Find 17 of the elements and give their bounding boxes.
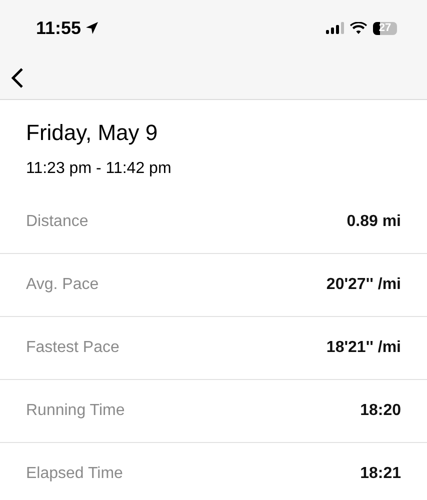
stat-label: Elapsed Time xyxy=(26,465,123,483)
stat-label: Avg. Pace xyxy=(26,276,99,294)
stat-value: 0.89 mi xyxy=(346,213,401,231)
workout-date: Friday, May 9 xyxy=(26,120,159,146)
stat-value: 20'27'' /mi xyxy=(326,276,401,294)
back-icon[interactable] xyxy=(10,66,24,88)
stat-value: 18:21 xyxy=(360,465,401,483)
stat-label: Distance xyxy=(26,213,88,231)
stat-label: Fastest Pace xyxy=(26,339,120,357)
status-time: 11:55 xyxy=(36,18,82,38)
stat-value: 18:20 xyxy=(360,402,401,420)
stat-label: Running Time xyxy=(26,402,125,420)
location-arrow-icon xyxy=(85,21,100,35)
time-range: 11:23 pm - 11:42 pm xyxy=(26,159,172,179)
wifi-icon xyxy=(350,22,367,34)
stat-value: 18'21'' /mi xyxy=(326,339,401,357)
signal-icon xyxy=(326,22,344,34)
